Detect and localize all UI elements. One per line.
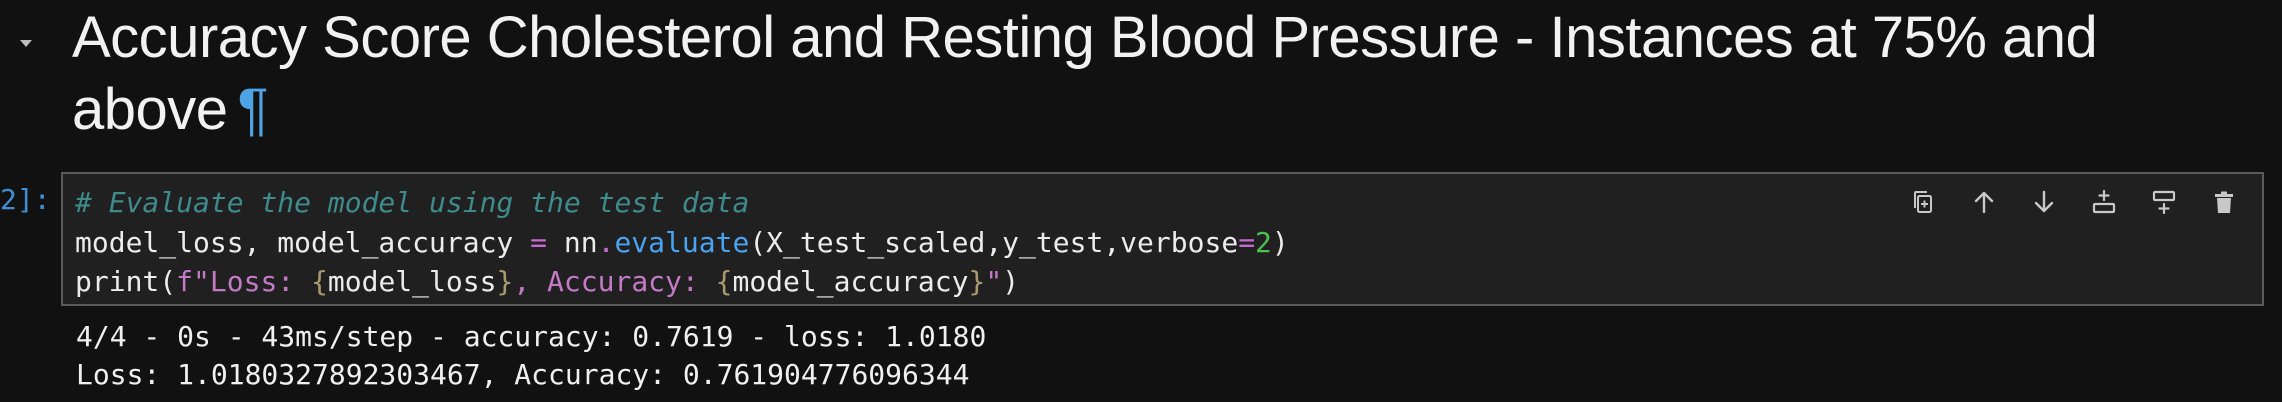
code-line[interactable]: print(f"Loss: {model_loss}, Accuracy: {m… [75,262,1289,302]
code-token: } [968,265,986,298]
output-line: 4/4 - 0s - 43ms/step - accuracy: 0.7619 … [76,320,987,353]
caret-down-icon[interactable] [12,30,40,58]
arrow-up-icon[interactable] [1954,180,2014,224]
code-token: model_loss, model_accuracy [75,225,531,259]
notebook-page: Accuracy Score Cholesterol and Resting B… [0,0,2282,402]
code-token: = [1238,225,1256,259]
code-token: . [597,225,615,259]
code-line[interactable]: model_loss, model_accuracy = nn.evaluate… [75,223,1289,263]
cell-toolbar [1894,180,2254,224]
code-cell-editor[interactable]: # Evaluate the model using the test data… [61,172,2264,306]
insert-below-icon[interactable] [2134,180,2194,224]
markdown-heading: Accuracy Score Cholesterol and Resting B… [72,2,2212,146]
cell-output: 4/4 - 0s - 43ms/step - accuracy: 0.7619 … [76,318,986,394]
code-token: ) [1271,225,1289,259]
code-token: { [715,265,733,298]
code-token: nn [547,225,598,259]
code-token: 2 [1255,225,1272,259]
code-line[interactable]: # Evaluate the model using the test data [75,183,1289,223]
arrow-down-icon[interactable] [2014,180,2074,224]
code-token: evaluate [614,225,750,259]
code-token: model_accuracy [732,265,969,298]
code-token: } [496,265,514,298]
trash-icon[interactable] [2194,180,2254,224]
heading-text: Accuracy Score Cholesterol and Resting B… [72,5,2098,142]
code-token: ) [1002,265,1020,298]
code-token: f"Loss: [176,265,312,298]
code-token: (X_test_scaled,y_test,verbose [749,225,1239,259]
code-editor-content[interactable]: # Evaluate the model using the test data… [75,183,1289,302]
execution-count-prompt: 2]: [0,183,51,216]
insert-above-icon[interactable] [2074,180,2134,224]
code-token: { [311,265,328,298]
code-token: # Evaluate the model using the test data [75,186,750,219]
code-token: " [985,265,1003,298]
output-line: Loss: 1.0180327892303467, Accuracy: 0.76… [76,358,970,391]
code-token: print( [75,265,177,298]
code-token: , Accuracy: [513,265,716,298]
anchor-link[interactable]: ¶ [238,77,269,142]
code-token: model_loss [327,265,497,298]
code-token: = [530,225,548,259]
duplicate-icon[interactable] [1894,180,1954,224]
